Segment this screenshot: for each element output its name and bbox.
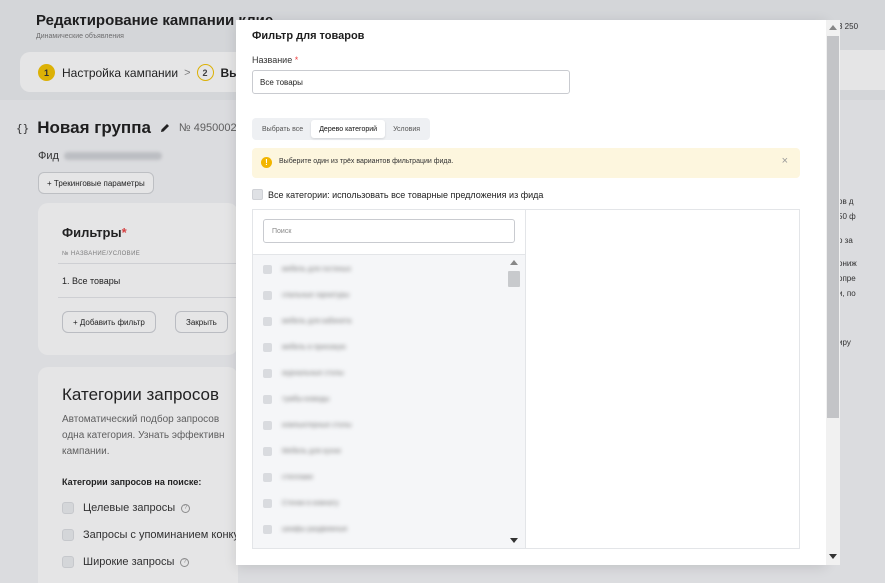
scrollbar-thumb[interactable]: [508, 271, 520, 287]
filter-mode-tabs: Выбрать все Дерево категорий Условия: [252, 118, 431, 140]
checkbox[interactable]: [263, 394, 272, 404]
scrollbar-thumb[interactable]: [827, 36, 839, 418]
warning-banner: ! Выберите один из трёх вариантов фильтр…: [252, 148, 800, 178]
checkbox[interactable]: [252, 189, 263, 200]
list-scrollbar[interactable]: [507, 260, 521, 543]
category-list-panel: мебель для гостиных спальные гарнитуры м…: [253, 210, 526, 548]
all-categories-label: Все категории: использовать все товарные…: [268, 189, 544, 200]
tab-conditions[interactable]: Условия: [385, 120, 428, 138]
list-item[interactable]: спальные гарнитуры: [263, 289, 349, 301]
product-filter-modal: Фильтр для товаров Название * Выбрать вс…: [236, 20, 826, 565]
list-item[interactable]: стеллажи: [263, 471, 313, 483]
list-item[interactable]: тумбы-комоды: [263, 393, 330, 405]
checkbox[interactable]: [263, 368, 272, 378]
checkbox[interactable]: [263, 498, 272, 508]
arrow-down-icon[interactable]: [510, 538, 518, 543]
checkbox[interactable]: [263, 342, 272, 352]
arrow-down-icon[interactable]: [829, 554, 837, 559]
checkbox[interactable]: [263, 472, 272, 482]
tab-select-all[interactable]: Выбрать все: [254, 120, 311, 138]
checkbox[interactable]: [263, 420, 272, 430]
modal-title: Фильтр для товаров: [252, 30, 365, 42]
close-icon[interactable]: ×: [782, 155, 788, 167]
list-item[interactable]: мебель в прихожую: [263, 341, 346, 353]
list-item[interactable]: Мебель для кухни: [263, 445, 341, 457]
all-categories-checkbox-row[interactable]: Все категории: использовать все товарные…: [252, 189, 543, 200]
tab-category-tree[interactable]: Дерево категорий: [311, 120, 386, 138]
checkbox[interactable]: [263, 264, 272, 274]
list-item[interactable]: компьютерные столы: [263, 419, 352, 431]
warning-text: Выберите один из трёх вариантов фильтрац…: [279, 158, 454, 165]
name-input[interactable]: [252, 70, 570, 94]
arrow-up-icon[interactable]: [510, 260, 518, 265]
checkbox[interactable]: [263, 524, 272, 534]
name-label: Название *: [252, 55, 299, 65]
checkbox[interactable]: [263, 316, 272, 326]
search-input[interactable]: [263, 219, 515, 243]
list-item[interactable]: мебель для кабинета: [263, 315, 351, 327]
warning-icon: !: [261, 157, 272, 168]
list-item[interactable]: шкафы раздвижные: [263, 523, 347, 535]
page-scrollbar[interactable]: [826, 20, 840, 565]
checkbox[interactable]: [263, 290, 272, 300]
arrow-up-icon[interactable]: [829, 25, 837, 30]
checkbox[interactable]: [263, 446, 272, 456]
list-item[interactable]: мебель для гостиных: [263, 263, 351, 275]
list-item[interactable]: журнальные столы: [263, 367, 344, 379]
category-tree-panel: мебель для гостиных спальные гарнитуры м…: [252, 209, 800, 549]
category-list: мебель для гостиных спальные гарнитуры м…: [253, 255, 525, 548]
list-item[interactable]: Стенки в комнату: [263, 497, 339, 509]
